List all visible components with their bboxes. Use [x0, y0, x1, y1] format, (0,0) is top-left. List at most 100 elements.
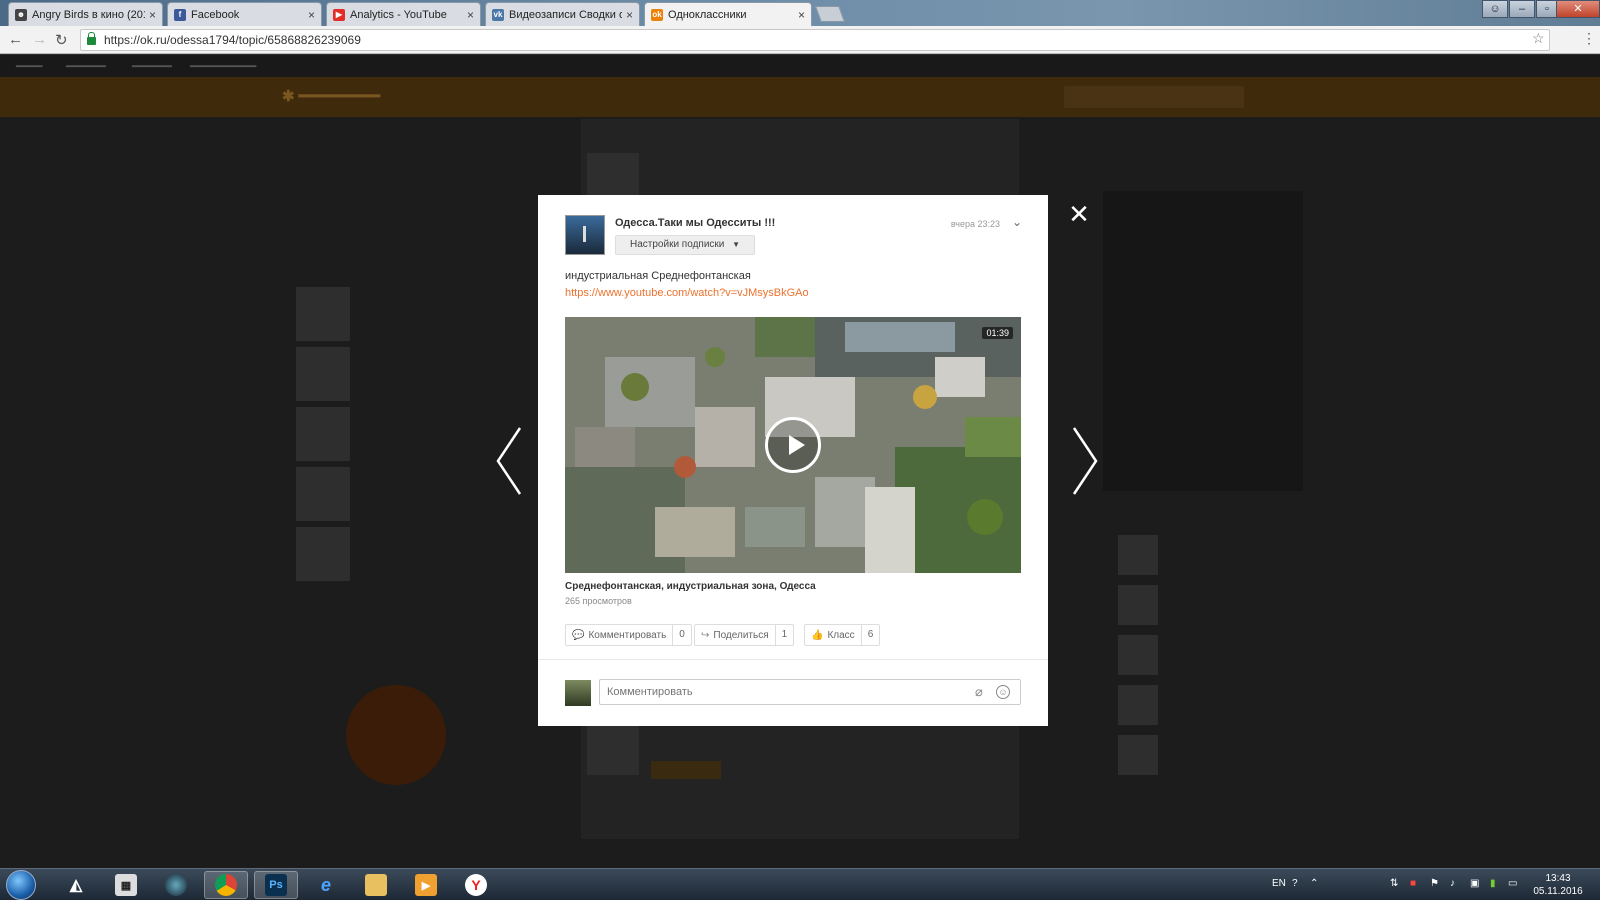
dimmed-top-nav: ━━━━ ━━━━━━ ━━━━━━ ━━━━━━━━━━ [0, 55, 1600, 77]
smile-icon[interactable]: ☺ [996, 685, 1010, 699]
tab-facebook[interactable]: f Facebook × [167, 2, 322, 26]
photoshop-icon: Ps [265, 874, 287, 896]
tab-title: Angry Birds в кино (2016 [32, 8, 145, 21]
previous-arrow[interactable] [492, 426, 532, 496]
dimmed-thumb [296, 287, 350, 341]
group-avatar[interactable] [565, 215, 605, 255]
taskbar-unity[interactable]: ◭ [54, 871, 98, 899]
clock-time: 13:43 [1545, 873, 1571, 884]
dimmed-button [651, 761, 721, 779]
reload-icon[interactable]: ↻ [55, 31, 68, 49]
dimmed-thumb [587, 723, 639, 775]
tab-title: Одноклассники [668, 8, 747, 21]
yandex-icon: Y [465, 874, 487, 896]
clock-date: 05.11.2016 [1533, 886, 1583, 897]
browser-tab-strip: ☻ Angry Birds в кино (2016 × f Facebook … [0, 0, 1600, 26]
dimmed-header: ✱ ━━━━━━━━━ [0, 77, 1600, 117]
window-close-button[interactable]: ✕ [1556, 0, 1600, 18]
close-icon[interactable]: × [149, 8, 156, 22]
display-icon[interactable]: ▭ [1508, 878, 1517, 889]
star-icon[interactable]: ☆ [1532, 30, 1545, 47]
media-player-icon: ▶ [415, 874, 437, 896]
taskbar-ie[interactable]: e [304, 871, 348, 899]
minimize-button[interactable]: – [1509, 0, 1535, 18]
dimmed-thumb [1118, 635, 1158, 675]
video-player[interactable]: 01:39 [565, 317, 1021, 573]
forward-icon[interactable]: → [32, 31, 47, 48]
start-button[interactable] [6, 870, 36, 900]
close-icon[interactable]: × [308, 8, 315, 22]
help-icon[interactable]: ? [1292, 878, 1298, 889]
language-indicator[interactable]: EN [1272, 878, 1286, 889]
tray-arrow-icon[interactable]: ⌃ [1310, 878, 1318, 889]
dropdown-arrow-icon: ▼ [732, 240, 741, 249]
taskbar-photoshop[interactable]: Ps [254, 871, 298, 899]
clock[interactable]: 13:43 05.11.2016 [1528, 872, 1588, 898]
calendar-icon: ▦ [115, 874, 137, 896]
chevron-down-icon[interactable]: ⌄ [1012, 215, 1022, 229]
taskbar-explorer[interactable] [354, 871, 398, 899]
comment-input[interactable] [599, 679, 1021, 705]
post-modal: Одесса.Таки мы Одесситы !!! Настройки по… [538, 195, 1048, 726]
new-tab-button[interactable] [815, 6, 845, 22]
play-icon[interactable] [765, 417, 821, 473]
next-arrow[interactable] [1062, 426, 1102, 496]
address-bar: ← → ↻ https://ok.ru/odessa1794/topic/658… [0, 26, 1600, 54]
battery-icon[interactable]: ▮ [1490, 878, 1496, 889]
post-time: вчера 23:23 [950, 219, 1000, 229]
unity-icon: ◭ [69, 877, 83, 894]
share-button[interactable]: ↪ Поделиться 1 [694, 624, 795, 646]
tab-odnoklassniki[interactable]: ok Одноклассники × [644, 2, 812, 26]
taskbar-media[interactable]: ▶ [404, 871, 448, 899]
folder-icon [365, 874, 387, 896]
taskbar: ◭ ▦ Ps e ▶ Y EN ? ⌃ ⇅ ■ ⚑ ♪ ▣ ▮ ▭ 13:43 … [0, 868, 1600, 900]
youtube-icon: ▶ [333, 8, 345, 21]
angry-birds-icon: ☻ [15, 8, 27, 21]
taskbar-yandex[interactable]: Y [454, 871, 498, 899]
close-icon[interactable]: × [467, 8, 474, 22]
tab-angry-birds[interactable]: ☻ Angry Birds в кино (2016 × [8, 2, 163, 26]
subscription-settings-button[interactable]: Настройки подписки ▼ [615, 235, 756, 255]
like-button[interactable]: 👍 Класс 6 [804, 624, 881, 646]
flag-icon[interactable]: ⚑ [1430, 878, 1439, 889]
share-count: 1 [774, 625, 794, 645]
vk-icon: vk [492, 8, 504, 21]
taskbar-camera[interactable] [154, 871, 198, 899]
close-icon[interactable]: × [626, 8, 633, 22]
back-icon[interactable]: ← [8, 31, 23, 48]
subscription-settings-label: Настройки подписки [630, 239, 725, 250]
post-text: индустриальная Среднефонтанская [565, 270, 751, 282]
network-icon[interactable]: ⇅ [1390, 878, 1398, 889]
post-link[interactable]: https://www.youtube.com/watch?v=vJMsysBk… [565, 287, 809, 299]
video-title[interactable]: Среднефонтанская, индустриальная зона, О… [565, 581, 816, 592]
ok-icon: ok [651, 8, 663, 21]
user-icon[interactable]: ☺ [1482, 0, 1508, 18]
dimmed-thumb [1118, 685, 1158, 725]
camera-icon [165, 874, 187, 896]
ok-logo-icon: ✱ ━━━━━━━━━ [282, 88, 381, 105]
tab-vk[interactable]: vk Видеозаписи Сводки от × [485, 2, 640, 26]
taskbar-chrome[interactable] [204, 871, 248, 899]
group-name-link[interactable]: Одесса.Таки мы Одесситы !!! [615, 217, 775, 229]
comment-button[interactable]: 💬 Комментировать 0 [565, 624, 692, 646]
tab-youtube[interactable]: ▶ Analytics - YouTube × [326, 2, 481, 26]
taskbar-calendar[interactable]: ▦ [104, 871, 148, 899]
url-field[interactable]: https://ok.ru/odessa1794/topic/658688262… [80, 29, 1550, 51]
dimmed-thumb [296, 347, 350, 401]
maximize-button[interactable]: ▫ [1536, 0, 1558, 18]
comment-count: 0 [672, 625, 691, 645]
dimmed-thumb [1118, 735, 1158, 775]
attachment-icon[interactable]: ⌀ [975, 684, 983, 700]
tab-title: Analytics - YouTube [350, 8, 447, 21]
chrome-icon [215, 874, 237, 896]
menu-icon[interactable]: ⋮ [1582, 30, 1596, 47]
dimmed-thumb [1118, 585, 1158, 625]
tray-app-icon[interactable]: ▣ [1470, 878, 1479, 889]
avatar[interactable] [565, 680, 591, 706]
modal-close-icon[interactable]: ✕ [1068, 201, 1090, 227]
antivirus-icon[interactable]: ■ [1410, 878, 1416, 889]
comment-icon: 💬 [572, 629, 585, 641]
close-icon[interactable]: × [798, 8, 805, 22]
volume-icon[interactable]: ♪ [1450, 878, 1455, 889]
dimmed-search [1064, 86, 1244, 108]
